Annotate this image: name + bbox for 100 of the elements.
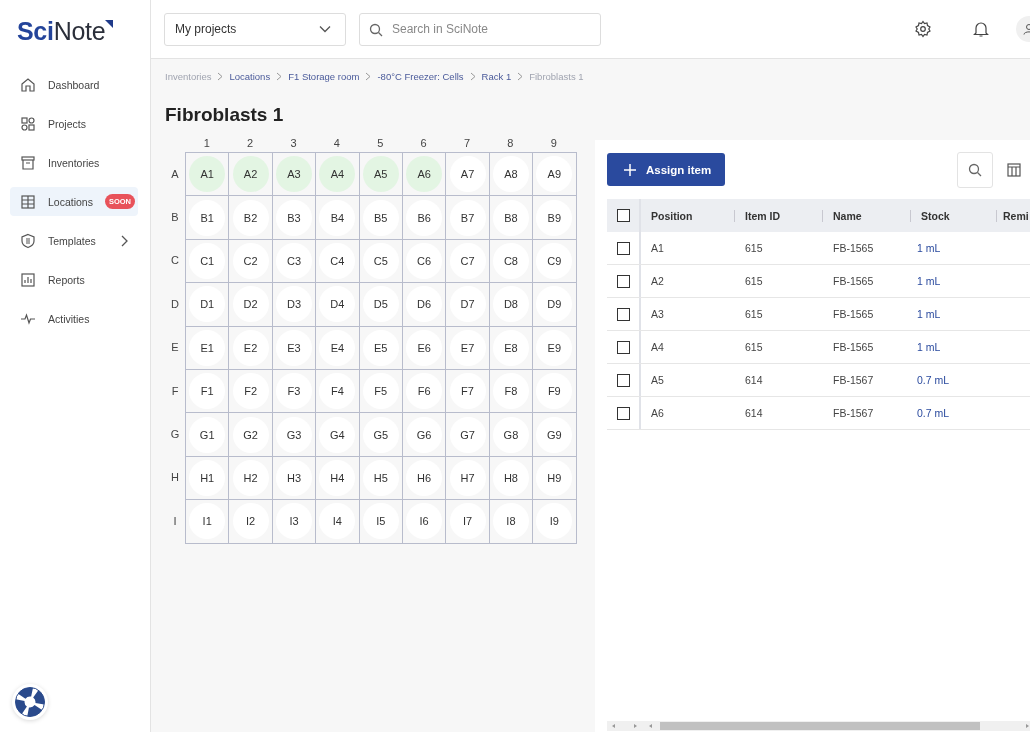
well[interactable]: I1 bbox=[189, 503, 226, 540]
sidebar-item[interactable]: Projects bbox=[10, 109, 138, 138]
well[interactable]: D1 bbox=[189, 286, 226, 323]
well[interactable]: E3 bbox=[275, 329, 312, 366]
well[interactable]: F6 bbox=[406, 373, 443, 410]
well[interactable]: C7 bbox=[449, 242, 486, 279]
well[interactable]: E9 bbox=[536, 329, 573, 366]
row-checkbox[interactable] bbox=[616, 340, 630, 354]
well[interactable]: A4 bbox=[319, 156, 356, 193]
well[interactable]: C6 bbox=[406, 242, 443, 279]
well[interactable]: A8 bbox=[492, 156, 529, 193]
sidebar-item[interactable]: Templates bbox=[10, 226, 138, 255]
row-checkbox[interactable] bbox=[616, 274, 630, 288]
column-header[interactable]: Position bbox=[651, 209, 693, 222]
well[interactable]: E5 bbox=[362, 329, 399, 366]
breadcrumb-link[interactable]: Locations bbox=[229, 71, 271, 82]
well[interactable]: H7 bbox=[449, 459, 486, 496]
well[interactable]: A7 bbox=[449, 156, 486, 193]
well[interactable]: F9 bbox=[536, 373, 573, 410]
well[interactable]: C3 bbox=[275, 242, 312, 279]
column-header[interactable]: Remi bbox=[1003, 209, 1029, 222]
well[interactable]: A3 bbox=[275, 156, 312, 193]
well[interactable]: I6 bbox=[406, 503, 443, 540]
sidebar-item[interactable]: Reports bbox=[10, 265, 138, 294]
search-field[interactable]: Search in SciNote bbox=[359, 12, 601, 46]
breadcrumb-link[interactable]: F1 Storage room bbox=[288, 71, 360, 82]
well[interactable]: F4 bbox=[319, 373, 356, 410]
well[interactable]: D7 bbox=[449, 286, 486, 323]
well[interactable]: F7 bbox=[449, 373, 486, 410]
well[interactable]: E4 bbox=[319, 329, 356, 366]
well[interactable]: G8 bbox=[492, 416, 529, 453]
assign-item-button[interactable]: Assign item bbox=[607, 153, 726, 186]
well[interactable]: E1 bbox=[189, 329, 226, 366]
well[interactable]: I8 bbox=[492, 503, 529, 540]
sidebar-item[interactable]: Activities bbox=[10, 304, 138, 333]
well[interactable]: I4 bbox=[319, 503, 356, 540]
well[interactable]: A1 bbox=[189, 156, 226, 193]
well[interactable]: C2 bbox=[232, 242, 269, 279]
well[interactable]: H4 bbox=[319, 459, 356, 496]
column-header[interactable]: Stock bbox=[921, 209, 950, 222]
well[interactable]: H9 bbox=[536, 459, 573, 496]
sidebar-item[interactable]: Inventories bbox=[10, 148, 138, 177]
table-row[interactable]: A5 614 FB-1567 0.7 mL bbox=[607, 364, 1030, 397]
well[interactable]: E6 bbox=[406, 329, 443, 366]
table-row[interactable]: A2 615 FB-1565 1 mL bbox=[607, 265, 1030, 298]
well[interactable]: B3 bbox=[275, 199, 312, 236]
column-header[interactable]: Name bbox=[833, 209, 862, 222]
well[interactable]: F3 bbox=[275, 373, 312, 410]
table-row[interactable]: A1 615 FB-1565 1 mL bbox=[607, 232, 1030, 265]
horizontal-scrollbar[interactable] bbox=[607, 721, 1030, 731]
well[interactable]: G1 bbox=[189, 416, 226, 453]
well[interactable]: D5 bbox=[362, 286, 399, 323]
well[interactable]: B6 bbox=[406, 199, 443, 236]
breadcrumb-link[interactable]: Rack 1 bbox=[481, 71, 512, 82]
well[interactable]: B8 bbox=[492, 199, 529, 236]
table-row[interactable]: A4 615 FB-1565 1 mL bbox=[607, 331, 1030, 364]
well[interactable]: E2 bbox=[232, 329, 269, 366]
well[interactable]: A5 bbox=[362, 156, 399, 193]
table-row[interactable]: A6 614 FB-1567 0.7 mL bbox=[607, 397, 1030, 430]
row-checkbox[interactable] bbox=[616, 373, 630, 387]
well[interactable]: H3 bbox=[275, 459, 312, 496]
well[interactable]: B4 bbox=[319, 199, 356, 236]
well[interactable]: B2 bbox=[232, 199, 269, 236]
logo[interactable]: SciNote bbox=[17, 17, 114, 46]
notifications-icon[interactable] bbox=[973, 20, 989, 38]
well[interactable]: G3 bbox=[275, 416, 312, 453]
well[interactable]: I5 bbox=[362, 503, 399, 540]
well[interactable]: G9 bbox=[536, 416, 573, 453]
well[interactable]: F1 bbox=[189, 373, 226, 410]
well[interactable]: I3 bbox=[275, 503, 312, 540]
select-all-checkbox[interactable] bbox=[616, 209, 630, 222]
well[interactable]: H8 bbox=[492, 459, 529, 496]
columns-icon[interactable] bbox=[1007, 162, 1021, 177]
well[interactable]: D6 bbox=[406, 286, 443, 323]
well[interactable]: D4 bbox=[319, 286, 356, 323]
well[interactable]: H1 bbox=[189, 459, 226, 496]
well[interactable]: B1 bbox=[189, 199, 226, 236]
well[interactable]: F2 bbox=[232, 373, 269, 410]
well[interactable]: I2 bbox=[232, 503, 269, 540]
well[interactable]: D8 bbox=[492, 286, 529, 323]
well[interactable]: C8 bbox=[492, 242, 529, 279]
well[interactable]: H5 bbox=[362, 459, 399, 496]
settings-icon[interactable] bbox=[914, 20, 932, 38]
row-checkbox[interactable] bbox=[616, 307, 630, 321]
well[interactable]: E7 bbox=[449, 329, 486, 366]
breadcrumb-link[interactable]: -80°C Freezer: Cells bbox=[377, 71, 464, 82]
well[interactable]: D9 bbox=[536, 286, 573, 323]
well[interactable]: A2 bbox=[232, 156, 269, 193]
well[interactable]: G2 bbox=[232, 416, 269, 453]
table-row[interactable]: A3 615 FB-1565 1 mL bbox=[607, 298, 1030, 331]
well[interactable]: G5 bbox=[362, 416, 399, 453]
well[interactable]: F8 bbox=[492, 373, 529, 410]
project-select[interactable]: My projects bbox=[164, 12, 346, 46]
well[interactable]: B7 bbox=[449, 199, 486, 236]
row-checkbox[interactable] bbox=[616, 406, 630, 420]
help-button[interactable] bbox=[12, 684, 48, 720]
well[interactable]: B5 bbox=[362, 199, 399, 236]
well[interactable]: A9 bbox=[536, 156, 573, 193]
well[interactable]: G7 bbox=[449, 416, 486, 453]
well[interactable]: I7 bbox=[449, 503, 486, 540]
